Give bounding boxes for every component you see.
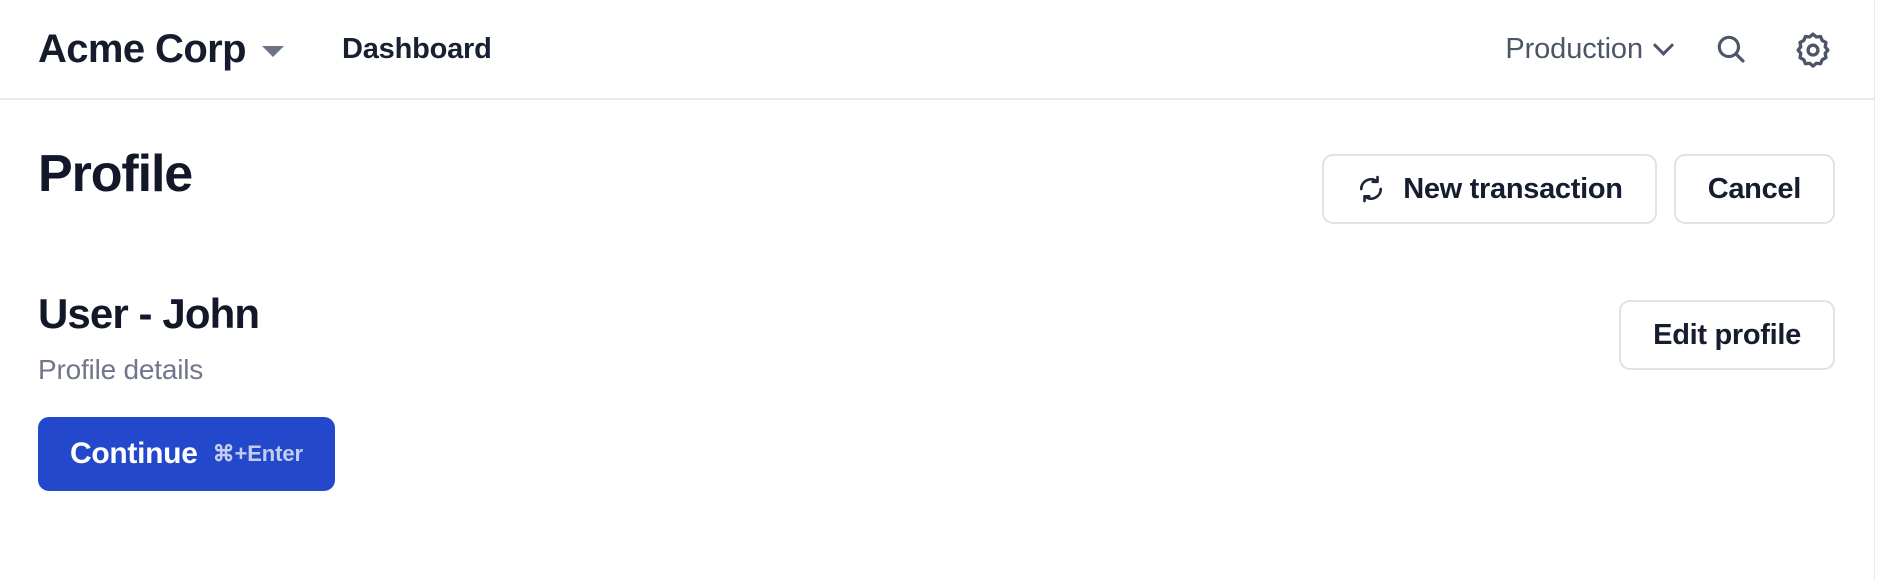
continue-label: Continue xyxy=(70,437,198,471)
cancel-button[interactable]: Cancel xyxy=(1673,154,1835,224)
top-navigation-bar: Acme Corp Dashboard Production xyxy=(0,0,1875,100)
profile-title: User - John xyxy=(38,290,260,337)
new-transaction-label: New transaction xyxy=(1403,172,1623,205)
continue-button[interactable]: Continue ⌘+Enter xyxy=(38,417,335,492)
profile-subtitle: Profile details xyxy=(38,354,204,386)
brand-name: Acme Corp xyxy=(38,27,247,71)
profile-section-text: User - John Profile details xyxy=(38,290,260,386)
gear-icon xyxy=(1794,30,1832,68)
app-root: Acme Corp Dashboard Production Profile N… xyxy=(0,0,1884,580)
top-bar-right-group: Production xyxy=(1505,27,1835,71)
footer-actions: Continue ⌘+Enter xyxy=(0,386,1884,492)
settings-button[interactable] xyxy=(1791,27,1835,71)
edit-profile-button[interactable]: Edit profile xyxy=(1619,300,1835,370)
environment-selector[interactable]: Production xyxy=(1505,32,1675,66)
caret-down-icon[interactable] xyxy=(261,45,284,57)
new-transaction-button[interactable]: New transaction xyxy=(1322,154,1657,224)
brand-switcher[interactable]: Acme Corp xyxy=(38,29,284,69)
environment-label: Production xyxy=(1505,32,1643,65)
page-header: Profile New transaction Cancel xyxy=(0,100,1875,224)
chevron-down-icon xyxy=(1652,34,1675,56)
profile-section-actions: Edit profile xyxy=(1619,290,1835,370)
continue-shortcut-hint: ⌘+Enter xyxy=(212,441,303,467)
page-title: Profile xyxy=(38,145,193,203)
cancel-label: Cancel xyxy=(1707,172,1802,205)
search-button[interactable] xyxy=(1709,27,1753,71)
profile-section: User - John Profile details Edit profile xyxy=(0,224,1875,386)
edit-profile-label: Edit profile xyxy=(1653,318,1801,351)
nav-link-dashboard[interactable]: Dashboard xyxy=(342,33,492,66)
refresh-icon xyxy=(1356,174,1386,204)
search-icon xyxy=(1713,31,1749,67)
page-header-actions: New transaction Cancel xyxy=(1322,146,1835,224)
